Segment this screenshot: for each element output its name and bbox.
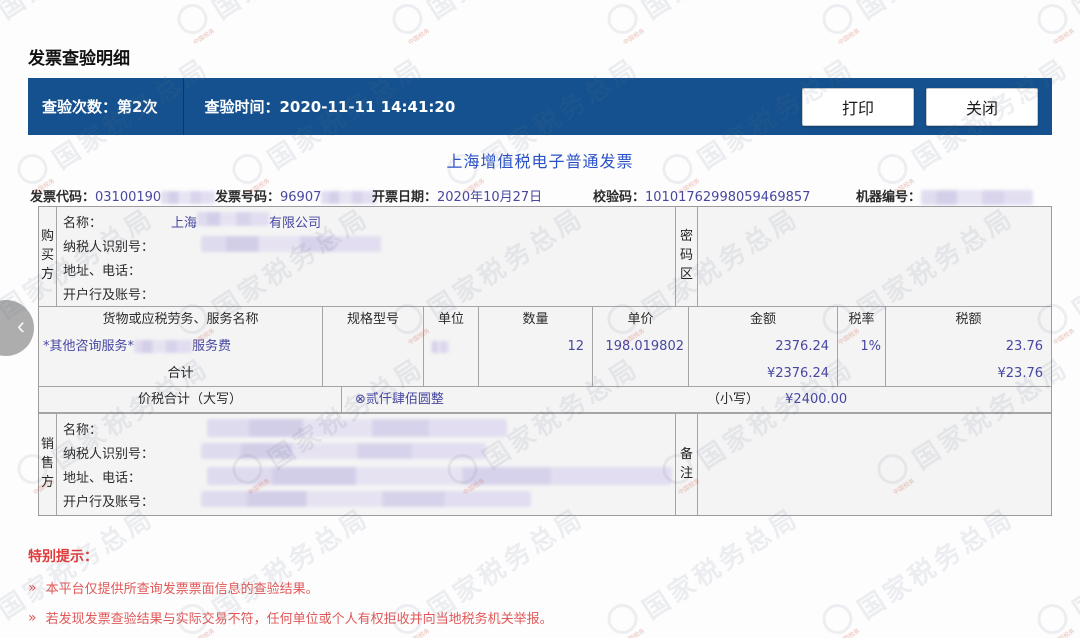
buyer-side-label: 购买方	[39, 207, 57, 306]
watermark: 中国税务国家税务总局	[1032, 496, 1080, 638]
tax-emblem-icon	[1032, 0, 1073, 40]
buyer-tax-id: 纳税人识别号：	[63, 236, 675, 260]
item-quantity: 12	[479, 333, 592, 360]
redacted-value	[161, 191, 215, 204]
watermark: 中国税务国家税务总局	[172, 0, 377, 48]
redacted-value	[431, 341, 449, 353]
check-time-label: 查验时间：	[204, 96, 279, 117]
invoice-date: 开票日期：2020年10月27日	[372, 186, 542, 205]
tax-emblem-icon	[817, 0, 858, 40]
watermark: 中国税务国家税务总局	[602, 496, 807, 638]
print-button[interactable]: 打印	[802, 88, 914, 126]
redacted-value	[321, 191, 377, 204]
grand-total-label: 价税合计（大写）	[39, 387, 342, 412]
check-count-label: 查验次数：	[42, 96, 117, 117]
buyer-address-phone: 地址、电话：	[63, 260, 675, 284]
items-section: 货物或应税劳务、服务名称 *其他咨询服务*服务费 合计 规格型号 单位 数量 1…	[39, 307, 1051, 387]
remarks-label: 备注	[676, 414, 698, 515]
col-amount: 金额 2376.24 ¥2376.24	[689, 307, 838, 386]
collapse-panel-button[interactable]: ‹	[0, 300, 34, 356]
seller-bank-account: 开户行及账号：	[63, 491, 675, 515]
invoice-code: 发票代码：03100190	[30, 186, 215, 205]
amount-in-words: ⊗贰仟肆佰圆整	[355, 387, 444, 413]
invoice-checksum: 校验码：10101762998059469857	[593, 186, 810, 205]
item-unit	[424, 333, 478, 360]
invoice-table: 购买方 名称： 上海有限公司 纳税人识别号： 地址、电话： 开户行及账号： 密码…	[38, 206, 1052, 516]
item-unit-price: 198.019802	[593, 333, 688, 360]
col-unit-price: 单价 198.019802	[593, 307, 689, 386]
invoice-title: 上海增值税电子普通发票	[0, 148, 1080, 172]
seller-fields: 名称： 纳税人识别号： 地址、电话： 开户行及账号：	[57, 414, 676, 515]
invoice-number: 发票号码：96907	[215, 186, 377, 205]
tax-emblem-icon	[817, 598, 858, 638]
grand-total-row: 价税合计（大写） ⊗贰仟肆佰圆整 （小写） ¥2400.00	[39, 387, 1051, 413]
grand-total-content: ⊗贰仟肆佰圆整 （小写） ¥2400.00	[342, 387, 1051, 412]
watermark: 中国税务国家税务总局	[1032, 0, 1080, 48]
watermark: 中国税务国家税务总局	[602, 0, 807, 48]
redacted-value	[201, 443, 486, 459]
buyer-name: 名称： 上海有限公司	[63, 212, 675, 236]
total-amount: ¥2376.24	[689, 360, 837, 387]
special-notice: 特别提示： » 本平台仅提供所查询发票票面信息的查验结果。 » 若发现发票查验结…	[28, 546, 553, 638]
seller-name: 名称：	[63, 419, 675, 443]
page-title: 发票查验明细	[28, 44, 130, 69]
col-spec: 规格型号	[323, 307, 424, 386]
tax-emblem-icon	[602, 0, 643, 40]
bullet-icon: »	[28, 610, 37, 626]
buyer-section: 购买方 名称： 上海有限公司 纳税人识别号： 地址、电话： 开户行及账号： 密码…	[39, 207, 1051, 307]
watermark: 中国税务国家税务总局	[817, 496, 1022, 638]
item-amount: 2376.24	[689, 333, 837, 360]
tax-emblem-icon	[602, 598, 643, 638]
header-divider	[183, 78, 184, 135]
col-item-name: 货物或应税劳务、服务名称 *其他咨询服务*服务费 合计	[39, 307, 323, 386]
seller-section: 销售方 名称： 纳税人识别号： 地址、电话： 开户行及账号：	[39, 413, 1051, 515]
total-tax-amount: ¥23.76	[886, 360, 1051, 387]
buyer-fields: 名称： 上海有限公司 纳税人识别号： 地址、电话： 开户行及账号：	[57, 207, 676, 306]
notice-title: 特别提示：	[28, 546, 553, 566]
bullet-icon: »	[28, 580, 37, 596]
watermark: 中国税务国家税务总局	[387, 0, 592, 48]
buyer-bank-account: 开户行及账号：	[63, 284, 675, 308]
check-time-value: 2020-11-11 14:41:20	[279, 98, 455, 116]
chevron-left-icon: ‹	[17, 315, 25, 339]
col-unit: 单位	[424, 307, 479, 386]
password-area-label: 密码区	[676, 207, 698, 306]
item-name: *其他咨询服务*服务费	[39, 333, 322, 360]
col-tax-rate: 税率 1%	[838, 307, 886, 386]
item-tax-amount: 23.76	[886, 333, 1051, 360]
redacted-value	[207, 419, 507, 437]
remarks-area	[698, 414, 1051, 515]
notice-item: » 若发现发票查验结果与实际交易不符，任何单位或个人有权拒收并向当地税务机关举报…	[28, 608, 553, 627]
close-button[interactable]: 关闭	[926, 88, 1038, 126]
seller-address-phone: 地址、电话：	[63, 467, 675, 491]
machine-number: 机器编号：	[856, 186, 1033, 205]
redacted-value	[201, 236, 381, 252]
redacted-value	[921, 190, 1033, 205]
watermark: 中国税务国家税务总局	[0, 0, 161, 48]
watermark: 中国税务国家税务总局	[817, 0, 1022, 48]
redacted-value	[134, 340, 192, 353]
check-count-value: 第2次	[117, 96, 157, 117]
redacted-value	[197, 212, 269, 226]
seller-side-label: 销售方	[39, 414, 57, 515]
total-label: 合计	[39, 360, 322, 387]
seller-tax-id: 纳税人识别号：	[63, 443, 675, 467]
password-area	[698, 207, 1051, 306]
verification-header-bar: 查验次数： 第2次 查验时间： 2020-11-11 14:41:20 打印 关…	[28, 78, 1052, 135]
invoice-verification-page: 中国税务国家税务总局中国税务国家税务总局中国税务国家税务总局中国税务国家税务总局…	[0, 0, 1080, 638]
tax-emblem-icon	[172, 0, 213, 40]
redacted-value	[207, 467, 672, 485]
tax-emblem-icon	[387, 0, 428, 40]
col-quantity: 数量 12	[479, 307, 593, 386]
amount-in-figures: （小写） ¥2400.00	[707, 387, 847, 413]
notice-item: » 本平台仅提供所查询发票票面信息的查验结果。	[28, 578, 553, 597]
col-tax-amount: 税额 23.76 ¥23.76	[886, 307, 1051, 386]
item-tax-rate: 1%	[838, 333, 885, 360]
redacted-value	[201, 491, 531, 507]
tax-emblem-icon	[1032, 598, 1073, 638]
